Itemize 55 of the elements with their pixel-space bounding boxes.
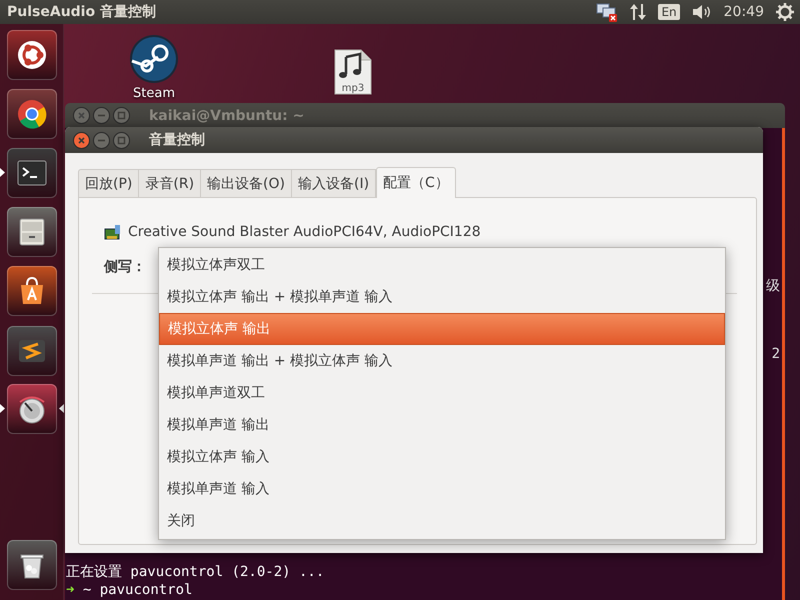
- window-title: kaikai@Vmbuntu: ~: [149, 108, 304, 124]
- sound-card-icon: [104, 224, 121, 240]
- tab[interactable]: 配置（C）: [376, 167, 456, 198]
- minimize-icon[interactable]: [93, 107, 110, 124]
- browser-icon: [17, 99, 47, 129]
- ubuntu-logo-icon: [17, 40, 47, 70]
- menu-item[interactable]: 模拟立体声 输入: [159, 441, 725, 473]
- close-icon[interactable]: [73, 132, 90, 148]
- terminal-icon: [17, 158, 47, 188]
- profile-label: 侧写：: [104, 259, 146, 275]
- close-icon[interactable]: [73, 107, 90, 124]
- file-cabinet-icon: [17, 217, 47, 247]
- audio-file-icon[interactable]: mp3: [334, 49, 372, 95]
- launcher-button[interactable]: [7, 148, 57, 198]
- launcher-button[interactable]: [7, 384, 57, 434]
- terminal-text: 2: [772, 346, 780, 362]
- tab[interactable]: 输入设备(I): [292, 169, 376, 197]
- file-type-label: mp3: [342, 83, 364, 94]
- prompt-arrow: ➜: [66, 582, 74, 598]
- app-title: PulseAudio 音量控制: [7, 3, 157, 21]
- launcher-button[interactable]: [7, 30, 57, 80]
- menu-item[interactable]: 关闭: [159, 505, 725, 537]
- menu-item[interactable]: 模拟立体声双工: [159, 249, 725, 281]
- window-title: 音量控制: [149, 131, 205, 149]
- launcher-button[interactable]: [7, 540, 57, 590]
- terminal-text: 级: [766, 277, 780, 295]
- transfer-arrows-icon[interactable]: [630, 3, 646, 21]
- minimize-icon[interactable]: [93, 132, 110, 148]
- menu-item[interactable]: 模拟单声道双工: [159, 377, 725, 409]
- launcher-button[interactable]: [7, 326, 57, 376]
- maximize-icon[interactable]: [113, 107, 130, 124]
- menu-item[interactable]: 模拟立体声 输出 + 模拟单声道 输入: [159, 281, 725, 313]
- terminal-line: 正在设置 pavucontrol (2.0-2) ...: [66, 563, 326, 581]
- maximize-icon[interactable]: [113, 132, 130, 148]
- command-text: pavucontrol: [100, 582, 192, 598]
- steam-icon[interactable]: [129, 34, 179, 84]
- volume-knob-icon: [17, 394, 47, 424]
- menu-item[interactable]: 模拟单声道 输入: [159, 473, 725, 505]
- launcher-button[interactable]: [7, 266, 57, 316]
- launcher-button[interactable]: [7, 207, 57, 257]
- menu-item[interactable]: 模拟单声道 输出 + 模拟立体声 输入: [159, 345, 725, 377]
- tab[interactable]: 输出设备(O): [201, 169, 292, 197]
- network-error-icon[interactable]: [596, 2, 618, 22]
- tab[interactable]: 录音(R): [139, 169, 202, 197]
- keyboard-indicator[interactable]: En: [658, 4, 680, 20]
- speaker-icon[interactable]: [692, 4, 712, 20]
- prompt-directory: ~: [82, 582, 92, 598]
- clock[interactable]: 20:49: [724, 4, 764, 20]
- tab[interactable]: 回放(P): [78, 169, 140, 197]
- menu-item[interactable]: 模拟单声道 输出: [159, 409, 725, 441]
- launcher-button[interactable]: [7, 89, 57, 139]
- icon-label[interactable]: Steam: [133, 86, 175, 101]
- card-name: Creative Sound Blaster AudioPCI64V, AudioPCI128: [128, 224, 481, 240]
- gear-icon[interactable]: [776, 3, 794, 21]
- music-note-icon: [339, 52, 362, 78]
